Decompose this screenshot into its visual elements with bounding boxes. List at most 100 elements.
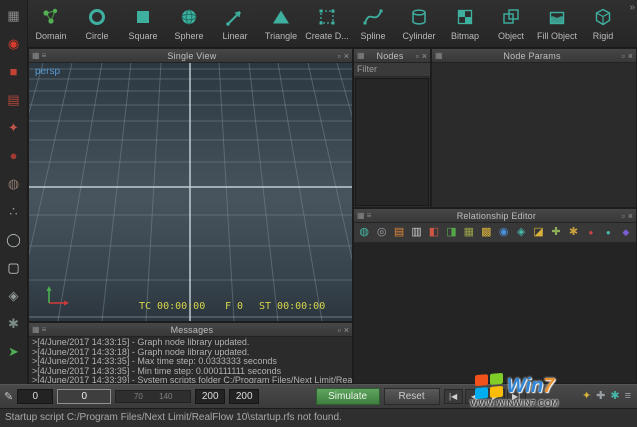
close-icon[interactable]: ×: [344, 51, 349, 61]
search-icon[interactable]: ◉: [497, 225, 511, 240]
nodes-list[interactable]: [355, 78, 429, 206]
relationship-editor-panel: ▦≡ Relationship Editor ▫× ◍ ◎ ▤ ▥ ◧ ◨ ▦ …: [353, 208, 637, 384]
constraint-icon: ✱: [8, 317, 19, 330]
tick-label: 140: [159, 392, 172, 401]
toolbar-item-triangle[interactable]: Triangle: [258, 0, 304, 48]
node-params-titlebar[interactable]: ▦ Node Params ▫×: [432, 49, 636, 63]
menu-icon[interactable]: ≡: [625, 391, 631, 402]
toolbar-item-object[interactable]: Object: [488, 0, 534, 48]
toolbar-item-linear[interactable]: Linear: [212, 0, 258, 48]
panel-title: Single View: [46, 51, 337, 61]
viewport-panel: ▦≡ Single View ▫× persp TC 00:00:00 F 0 …: [28, 48, 353, 322]
relationship-editor-canvas[interactable]: [354, 243, 636, 383]
reset-button[interactable]: Reset: [384, 388, 440, 405]
close-icon[interactable]: ×: [344, 325, 349, 335]
close-icon[interactable]: ×: [628, 51, 633, 61]
float-icon[interactable]: ▫: [622, 211, 625, 221]
go-to-start-button[interactable]: |◀: [444, 389, 463, 404]
relationship-editor-toolbar: ◍ ◎ ▤ ▥ ◧ ◨ ▦ ▩ ◉ ◈ ◪ ✚ ✱ ● ● ◆: [354, 223, 636, 243]
sidebar-item-lattice[interactable]: ◈: [2, 284, 26, 307]
float-icon[interactable]: ▫: [338, 51, 341, 61]
sidebar-item-export-central[interactable]: ➤: [2, 340, 26, 363]
relationship-editor-titlebar[interactable]: ▦≡ Relationship Editor ▫×: [354, 209, 636, 223]
sidebar-item-geometry-cube[interactable]: ■: [2, 60, 26, 83]
simulate-button[interactable]: Simulate: [316, 388, 380, 405]
sidebar-item-viewport-layout[interactable]: ▦: [2, 4, 26, 27]
step-back-button[interactable]: ◀: [465, 389, 484, 404]
add-node-icon[interactable]: ✚: [549, 225, 563, 240]
image-icon[interactable]: ◧: [427, 225, 441, 240]
viewport-titlebar[interactable]: ▦≡ Single View ▫×: [29, 49, 352, 63]
float-icon[interactable]: ▫: [338, 325, 341, 335]
frame-readout: F 0: [225, 301, 243, 312]
globe-icon[interactable]: ◍: [357, 225, 371, 240]
nodes-titlebar[interactable]: ▦ Nodes ▫×: [354, 49, 430, 63]
messages-panel: ▦≡ Messages ▫× >[4/June/2017 14:33:15] -…: [28, 322, 353, 384]
max-frame-field[interactable]: 200: [229, 389, 259, 404]
page-icon[interactable]: ▥: [409, 225, 423, 240]
annotate-pencil-icon[interactable]: ✎: [4, 390, 13, 403]
key-icon[interactable]: ✦: [582, 391, 591, 402]
float-icon[interactable]: ▫: [622, 51, 625, 61]
export-central-icon: ➤: [8, 345, 19, 358]
toolbar-item-label: Spline: [360, 31, 385, 41]
camera-label[interactable]: persp: [35, 66, 60, 77]
grid-icon[interactable]: ▦: [462, 225, 476, 240]
toolbar-item-spline[interactable]: Spline: [350, 0, 396, 48]
sidebar-item-brush[interactable]: ✦: [2, 116, 26, 139]
float-icon[interactable]: ▫: [416, 51, 419, 61]
current-frame-field[interactable]: 0: [57, 389, 111, 404]
folder-icon[interactable]: ◪: [531, 225, 545, 240]
sidebar-item-wire-cube[interactable]: ▢: [2, 256, 26, 279]
close-icon[interactable]: ×: [422, 51, 427, 61]
script-icon[interactable]: ✱: [566, 225, 580, 240]
bitmap-icon: [454, 4, 476, 29]
tools-icon[interactable]: ✚: [596, 391, 605, 402]
timeline-track[interactable]: 70 140: [115, 390, 191, 403]
nodes-filter-label[interactable]: Filter: [354, 63, 430, 77]
sidebar-item-multibody[interactable]: ▤: [2, 88, 26, 111]
start-frame-field[interactable]: 0: [17, 389, 53, 404]
end-frame-field[interactable]: 200: [195, 389, 225, 404]
cubes-icon[interactable]: ◨: [444, 225, 458, 240]
toolbar-item-sphere[interactable]: Sphere: [166, 0, 212, 48]
purple-diamond-icon[interactable]: ◆: [619, 225, 633, 240]
toolbar-item-domain[interactable]: Domain: [28, 0, 74, 48]
wire-sphere-icon: ◯: [6, 233, 21, 246]
realflow-window: ▦ ◉ ■ ▤ ✦ ● ◍ ∴ ◯ ▢ ◈ ✱ ➤ Domain Circle …: [0, 0, 637, 427]
create-toolbar: Domain Circle Square Sphere Linear Trian…: [28, 0, 637, 48]
toolbar-item-square[interactable]: Square: [120, 0, 166, 48]
layers-icon[interactable]: ▩: [479, 225, 493, 240]
panel-title: Nodes: [365, 51, 416, 61]
panel-title: Messages: [46, 325, 337, 335]
go-to-end-button[interactable]: ▶|: [507, 389, 526, 404]
grid-icon: ▦: [357, 211, 365, 220]
teal-dot-icon[interactable]: ●: [601, 225, 615, 240]
toolbar-overflow-icon[interactable]: »: [629, 2, 635, 13]
close-icon[interactable]: ×: [628, 211, 633, 221]
viewport-canvas[interactable]: persp TC 00:00:00 F 0 ST 00:00:00: [29, 63, 352, 321]
toolbar-item-create-d[interactable]: Create D...: [304, 0, 350, 48]
world-icon[interactable]: ◎: [374, 225, 388, 240]
toolbar-item-rigid[interactable]: Rigid: [580, 0, 626, 48]
toolbar-item-bitmap[interactable]: Bitmap: [442, 0, 488, 48]
sidebar-item-constraint[interactable]: ✱: [2, 312, 26, 335]
sidebar-item-particles[interactable]: ∴: [2, 200, 26, 223]
toolbar-item-circle[interactable]: Circle: [74, 0, 120, 48]
link-icon[interactable]: ◈: [514, 225, 528, 240]
sidebar-item-emitter[interactable]: ●: [2, 144, 26, 167]
red-dot-icon[interactable]: ●: [584, 225, 598, 240]
graph-icon[interactable]: ✱: [610, 391, 619, 402]
play-button[interactable]: ▶: [486, 389, 505, 404]
toolbar-item-fill-object[interactable]: Fill Object: [534, 0, 580, 48]
messages-log[interactable]: >[4/June/2017 14:33:15] - Graph node lib…: [29, 337, 352, 383]
toolbar-item-label: Rigid: [593, 31, 614, 41]
sidebar-item-mesh[interactable]: ◍: [2, 172, 26, 195]
messages-titlebar[interactable]: ▦≡ Messages ▫×: [29, 323, 352, 337]
document-icon[interactable]: ▤: [392, 225, 406, 240]
tick-label: 70: [134, 392, 143, 401]
sidebar-item-realflow-logo[interactable]: ◉: [2, 32, 26, 55]
timeline-right-icons: ✦ ✚ ✱ ≡: [582, 391, 631, 402]
toolbar-item-cylinder[interactable]: Cylinder: [396, 0, 442, 48]
sidebar-item-wire-sphere[interactable]: ◯: [2, 228, 26, 251]
